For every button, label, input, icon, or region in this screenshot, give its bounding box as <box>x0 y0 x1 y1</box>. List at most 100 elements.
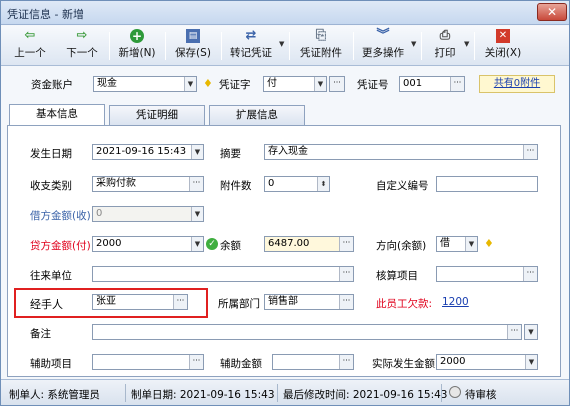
ellipsis-icon[interactable]: ··· <box>523 267 537 281</box>
lightbulb-icon[interactable]: ♦ <box>203 78 213 90</box>
tab-voucher-detail[interactable]: 凭证明细 <box>109 105 205 125</box>
category-field[interactable]: 采购付款 ··· <box>92 176 204 192</box>
save-button[interactable]: ▤ 保存(S) <box>169 28 217 64</box>
header-row: 资金账户 现金 ▼ ♦ 凭证字 付 ▼ ··· 凭证号 001 ··· 共有0附… <box>1 73 569 95</box>
actual-amount-value: 2000 <box>440 356 466 367</box>
close-icon: ✕ <box>496 29 510 43</box>
chevron-down-icon[interactable]: ▼ <box>191 207 203 221</box>
tab-basic-info[interactable]: 基本信息 <box>9 104 105 126</box>
ellipsis-icon[interactable]: ··· <box>507 325 521 339</box>
chevron-down-icon[interactable]: ▼ <box>465 237 477 251</box>
debit-label: 借方金额(收) <box>30 210 91 222</box>
chevron-down-icon[interactable]: ▼ <box>464 40 469 48</box>
aux-amount-label: 辅助金额 <box>220 358 262 370</box>
voucher-word-value: 付 <box>267 78 277 89</box>
credit-field[interactable]: 2000 ▼ <box>92 236 204 252</box>
chevron-down-icon[interactable]: ▼ <box>411 40 416 48</box>
chevron-down-icon[interactable]: ▼ <box>191 237 203 251</box>
post-voucher-button[interactable]: ⇄ 转记凭证 <box>225 28 277 64</box>
date-field[interactable]: 2021-09-16 15:43 ▼ <box>92 144 204 160</box>
check-item-field[interactable]: ··· <box>436 266 538 282</box>
dept-label: 所属部门 <box>218 298 260 310</box>
dept-value: 销售部 <box>268 296 298 307</box>
voucher-word-browse-button[interactable]: ··· <box>329 76 345 92</box>
toolbar-divider <box>474 32 475 60</box>
status-bar: 制单人: 系统管理员 制单日期: 2021-09-16 15:43 最后修改时间… <box>1 379 569 405</box>
actual-amount-field[interactable]: 2000 ▼ <box>436 354 538 370</box>
prev-button[interactable]: ⇦ 上一个 <box>7 28 53 64</box>
owed-amount-link[interactable]: 1200 <box>442 296 469 308</box>
account-label: 资金账户 <box>31 79 73 91</box>
print-button[interactable]: ⎙ 打印 <box>427 28 463 64</box>
aux-amount-field[interactable]: ··· <box>272 354 354 370</box>
chevron-down-icon[interactable]: ▼ <box>314 77 326 91</box>
ellipsis-icon[interactable]: ··· <box>173 295 187 309</box>
status-audit: 待审核 <box>465 389 497 401</box>
summary-label: 摘要 <box>220 148 241 160</box>
handler-field[interactable]: 张亚 ··· <box>92 294 188 310</box>
chevron-down-icon[interactable]: ▼ <box>184 77 196 91</box>
close-button[interactable]: ✕ 关闭(X) <box>479 28 527 64</box>
more-actions-button[interactable]: ︾ 更多操作 <box>357 28 409 64</box>
dept-field[interactable]: 销售部 ··· <box>264 294 354 310</box>
lightbulb-icon[interactable]: ♦ <box>484 238 494 250</box>
tab-extended-info[interactable]: 扩展信息 <box>209 105 305 125</box>
spin-icon[interactable]: ⬍ <box>317 177 329 191</box>
ellipsis-icon[interactable]: ··· <box>339 267 353 281</box>
ellipsis-icon[interactable]: ··· <box>523 145 537 159</box>
custom-no-field[interactable] <box>436 176 538 192</box>
direction-select[interactable]: 借 ▼ <box>436 236 478 252</box>
status-modified: 最后修改时间: 2021-09-16 15:43 <box>283 389 448 401</box>
next-button[interactable]: ⇨ 下一个 <box>59 28 105 64</box>
category-label: 收支类别 <box>30 180 72 192</box>
remark-dropdown-button[interactable]: ▼ <box>524 324 538 340</box>
balance-field[interactable]: 6487.00 ··· <box>264 236 354 252</box>
ellipsis-icon[interactable]: ··· <box>189 177 203 191</box>
partner-field[interactable]: ··· <box>92 266 354 282</box>
remark-field[interactable]: ··· <box>92 324 522 340</box>
debit-field[interactable]: 0 ▼ <box>92 206 204 222</box>
plus-icon: + <box>130 29 144 43</box>
aux-item-field[interactable]: ··· <box>92 354 204 370</box>
ellipsis-icon[interactable]: ··· <box>189 355 203 369</box>
arrow-left-icon: ⇦ <box>24 28 36 43</box>
attachment-count-link[interactable]: 共有0附件 <box>479 75 555 93</box>
add-button[interactable]: + 新增(N) <box>113 28 161 64</box>
credit-value: 2000 <box>96 238 122 249</box>
summary-field[interactable]: 存入现金 ··· <box>264 144 538 160</box>
ellipsis-icon[interactable]: ··· <box>339 295 353 309</box>
toolbar-divider <box>165 32 166 60</box>
toolbar-divider <box>109 32 110 60</box>
summary-value: 存入现金 <box>268 146 308 157</box>
direction-value: 借 <box>440 238 450 249</box>
attachments-value: 0 <box>268 178 275 189</box>
status-make-date: 制单日期: 2021-09-16 15:43 <box>131 389 275 401</box>
more-label: 更多操作 <box>362 47 404 59</box>
post-icon: ⇄ <box>245 28 257 43</box>
voucher-attachment-button[interactable]: ⎘ 凭证附件 <box>295 28 347 64</box>
status-divider <box>277 384 278 402</box>
attachments-stepper[interactable]: 0 ⬍ <box>264 176 330 192</box>
attach-label: 凭证附件 <box>300 47 342 59</box>
debit-value: 0 <box>96 208 103 219</box>
voucher-word-select[interactable]: 付 ▼ <box>263 76 327 92</box>
account-select[interactable]: 现金 ▼ <box>93 76 197 92</box>
status-divider <box>125 384 126 402</box>
voucher-no-field[interactable]: 001 ··· <box>399 76 465 92</box>
window-title: 凭证信息 - 新增 <box>7 8 84 21</box>
partner-label: 往来单位 <box>30 270 72 282</box>
arrow-right-icon: ⇨ <box>76 28 88 43</box>
chevron-down-icon[interactable]: ▼ <box>525 355 537 369</box>
ellipsis-icon[interactable]: ··· <box>339 355 353 369</box>
custom-no-label: 自定义编号 <box>376 180 429 192</box>
chevron-down-icon[interactable]: ▼ <box>279 40 284 48</box>
ellipsis-icon[interactable]: ··· <box>450 77 464 91</box>
account-value: 现金 <box>97 78 117 89</box>
chevron-down-icon[interactable]: ▼ <box>191 145 203 159</box>
save-label: 保存(S) <box>175 47 211 59</box>
ellipsis-icon[interactable]: ··· <box>339 237 353 251</box>
print-label: 打印 <box>434 47 456 59</box>
window-close-button[interactable]: ✕ <box>537 3 567 21</box>
balance-value: 6487.00 <box>268 238 310 249</box>
toolbar: ⇦ 上一个 ⇨ 下一个 + 新增(N) ▤ 保存(S) ⇄ 转记凭证 ▼ ⎘ 凭… <box>1 26 569 66</box>
